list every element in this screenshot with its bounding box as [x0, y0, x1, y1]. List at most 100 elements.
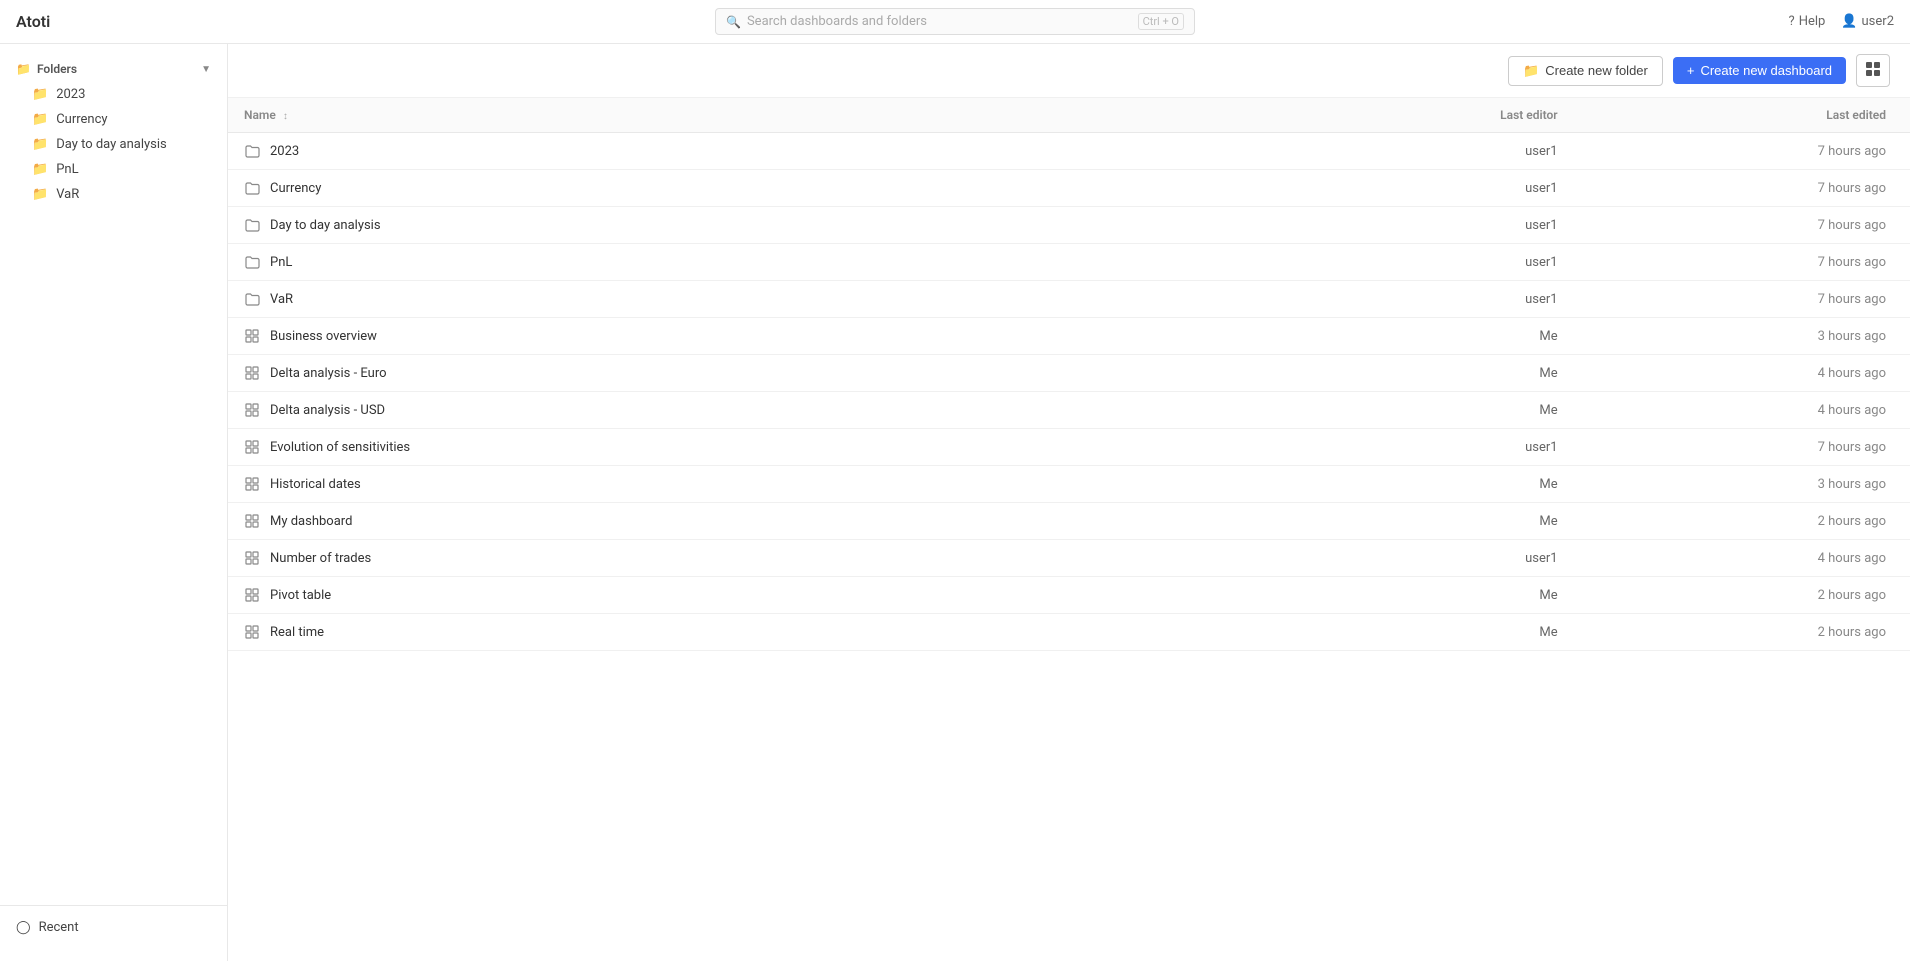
sidebar-recent[interactable]: ◯ Recent — [0, 914, 227, 941]
table-row[interactable]: Business overview Me3 hours ago — [228, 318, 1910, 355]
table-cell-editor: Me — [1237, 466, 1573, 503]
create-new-dashboard-button[interactable]: + Create new dashboard — [1673, 57, 1846, 84]
row-name-text: Number of trades — [270, 551, 371, 566]
sidebar-recent-label: Recent — [39, 920, 79, 935]
table-cell-name: Business overview — [228, 318, 1237, 355]
sidebar-item-label: Day to day analysis — [56, 137, 167, 152]
app-body: 📁 Folders ▼ 📁 2023 📁 Currency 📁 Day to d… — [0, 44, 1910, 961]
table-cell-editor: user1 — [1237, 281, 1573, 318]
dashboard-icon — [244, 624, 260, 640]
folder-icon — [244, 217, 260, 233]
table-row[interactable]: Delta analysis - Euro Me4 hours ago — [228, 355, 1910, 392]
folder-icon: 📁 — [32, 112, 48, 127]
table-row[interactable]: VaRuser17 hours ago — [228, 281, 1910, 318]
table-row[interactable]: My dashboardMe2 hours ago — [228, 503, 1910, 540]
main-toolbar: 📁 Create new folder + Create new dashboa… — [228, 44, 1910, 98]
col-header-name[interactable]: Name ↕ — [228, 98, 1237, 133]
col-header-editor: Last editor — [1237, 98, 1573, 133]
help-link[interactable]: ? Help — [1789, 14, 1826, 29]
row-name-text: Day to day analysis — [270, 218, 381, 233]
table-cell-editor: Me — [1237, 392, 1573, 429]
table-row[interactable]: Pivot tableMe2 hours ago — [228, 577, 1910, 614]
sidebar-item-pnl[interactable]: 📁 PnL — [4, 157, 223, 182]
table-row[interactable]: Real timeMe2 hours ago — [228, 614, 1910, 651]
top-header: Atoti 🔍 Search dashboards and folders Ct… — [0, 0, 1910, 44]
folder-icon — [244, 291, 260, 307]
table-cell-name: Pivot table — [228, 577, 1237, 614]
plus-icon: + — [1687, 63, 1695, 78]
folder-icon: 📁 — [32, 187, 48, 202]
table-cell-edited: 7 hours ago — [1574, 133, 1910, 170]
table-cell-name: Historical dates — [228, 466, 1237, 503]
col-name-label: Name — [244, 108, 276, 122]
table-cell-editor: Me — [1237, 577, 1573, 614]
table-cell-edited: 2 hours ago — [1574, 614, 1910, 651]
table-cell-edited: 7 hours ago — [1574, 281, 1910, 318]
help-label: Help — [1799, 14, 1826, 29]
table-cell-editor: user1 — [1237, 244, 1573, 281]
row-name-text: Evolution of sensitivities — [270, 440, 410, 455]
table-row[interactable]: Evolution of sensitivities user17 hours a… — [228, 429, 1910, 466]
table-cell-name: Delta analysis - Euro — [228, 355, 1237, 392]
dashboard-icon — [244, 402, 260, 418]
table-header-row: Name ↕ Last editor Last edited — [228, 98, 1910, 133]
folder-section-icon: 📁 — [16, 62, 31, 76]
table-cell-edited: 2 hours ago — [1574, 577, 1910, 614]
sidebar-item-day-to-day[interactable]: 📁 Day to day analysis — [4, 132, 223, 157]
col-header-edited: Last edited — [1574, 98, 1910, 133]
table-cell-edited: 3 hours ago — [1574, 318, 1910, 355]
table-row[interactable]: 2023user17 hours ago — [228, 133, 1910, 170]
search-shortcut: Ctrl + O — [1138, 13, 1184, 30]
table-cell-edited: 2 hours ago — [1574, 503, 1910, 540]
app-logo: Atoti — [16, 12, 136, 31]
table-row[interactable]: Delta analysis - USDMe4 hours ago — [228, 392, 1910, 429]
table-cell-name: Evolution of sensitivities — [228, 429, 1237, 466]
row-name-text: PnL — [270, 255, 292, 270]
new-dashboard-label: Create new dashboard — [1700, 63, 1832, 78]
table-cell-editor: user1 — [1237, 170, 1573, 207]
table-cell-editor: user1 — [1237, 540, 1573, 577]
row-name-text: Real time — [270, 625, 324, 640]
dashboard-icon — [244, 550, 260, 566]
folder-icon — [244, 143, 260, 159]
dashboard-icon — [244, 587, 260, 603]
folder-icon — [244, 254, 260, 270]
grid-icon — [1865, 61, 1881, 80]
search-bar[interactable]: 🔍 Search dashboards and folders Ctrl + O — [715, 8, 1195, 35]
row-name-text: Delta analysis - Euro — [270, 366, 387, 381]
table-cell-name: Day to day analysis — [228, 207, 1237, 244]
sidebar-item-currency[interactable]: 📁 Currency — [4, 107, 223, 132]
folder-icon: 📁 — [32, 87, 48, 102]
create-new-folder-button[interactable]: 📁 Create new folder — [1508, 56, 1663, 86]
table-row[interactable]: Currencyuser17 hours ago — [228, 170, 1910, 207]
user-label: user2 — [1862, 14, 1894, 29]
table-cell-edited: 7 hours ago — [1574, 429, 1910, 466]
folder-icon — [244, 180, 260, 196]
table-cell-name: Currency — [228, 170, 1237, 207]
sidebar-folders-label: Folders — [37, 62, 77, 76]
clock-icon: ◯ — [16, 920, 31, 935]
table-cell-editor: Me — [1237, 318, 1573, 355]
table-cell-edited: 4 hours ago — [1574, 355, 1910, 392]
table-cell-editor: user1 — [1237, 429, 1573, 466]
dashboard-icon — [244, 476, 260, 492]
row-name-text: Currency — [270, 181, 321, 196]
sidebar-item-var[interactable]: 📁 VaR — [4, 182, 223, 207]
table-row[interactable]: Day to day analysisuser17 hours ago — [228, 207, 1910, 244]
folder-icon: 📁 — [32, 162, 48, 177]
table-row[interactable]: Number of tradesuser14 hours ago — [228, 540, 1910, 577]
table-cell-edited: 4 hours ago — [1574, 392, 1910, 429]
row-name-text: Business overview — [270, 329, 377, 344]
chevron-down-icon: ▼ — [201, 64, 211, 75]
table-cell-editor: Me — [1237, 355, 1573, 392]
grid-view-button[interactable] — [1856, 54, 1890, 87]
table-cell-name: VaR — [228, 281, 1237, 318]
table-row[interactable]: Historical datesMe3 hours ago — [228, 466, 1910, 503]
user-menu[interactable]: 👤 user2 — [1841, 14, 1894, 29]
data-table: Name ↕ Last editor Last edited 2023user1… — [228, 98, 1910, 651]
table-cell-editor: Me — [1237, 503, 1573, 540]
table-row[interactable]: PnLuser17 hours ago — [228, 244, 1910, 281]
sidebar-item-2023[interactable]: 📁 2023 — [4, 82, 223, 107]
sidebar-folders-section[interactable]: 📁 Folders ▼ — [0, 56, 227, 82]
new-folder-label: Create new folder — [1545, 63, 1648, 78]
